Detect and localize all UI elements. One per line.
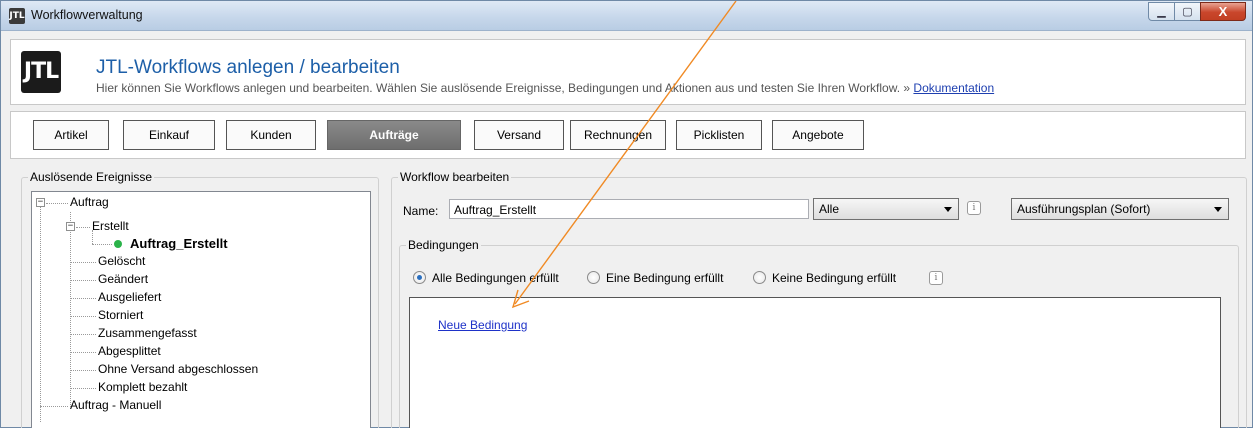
- tree-node-ausgeliefert[interactable]: Ausgeliefert: [98, 290, 161, 304]
- radio-no-condition-label: Keine Bedingung erfüllt: [772, 271, 897, 285]
- app-window: JTL Workflowverwaltung ▁ ▢ X JTL JTL-Wor…: [0, 0, 1253, 428]
- tree-line: [46, 203, 68, 204]
- tab-picklisten[interactable]: Picklisten: [676, 120, 762, 150]
- events-tree[interactable]: − Auftrag − Erstellt Auftrag_Erstellt Ge…: [31, 191, 371, 428]
- radio-no-condition[interactable]: [753, 271, 766, 284]
- tree-node-komplett-bezahlt[interactable]: Komplett bezahlt: [98, 380, 187, 394]
- tree-node-storniert[interactable]: Storniert: [98, 308, 143, 322]
- tree-node-erstellt[interactable]: Erstellt: [92, 219, 129, 233]
- scope-select-value: Alle: [819, 202, 840, 216]
- tree-line: [70, 334, 96, 335]
- tree-line: [70, 316, 96, 317]
- caption-buttons: ▁ ▢ X: [1148, 2, 1246, 22]
- info-icon[interactable]: i: [929, 271, 943, 285]
- active-status-icon: [114, 240, 122, 248]
- subtitle-text: Hier können Sie Workflows anlegen und be…: [96, 81, 914, 95]
- radio-one-condition[interactable]: [587, 271, 600, 284]
- page-title: JTL-Workflows anlegen / bearbeiten: [96, 57, 400, 78]
- execution-plan-select[interactable]: Ausführungsplan (Sofort): [1011, 198, 1229, 220]
- documentation-link[interactable]: Dokumentation: [913, 81, 994, 95]
- tree-line: [92, 244, 112, 245]
- execution-plan-value: Ausführungsplan (Sofort): [1017, 202, 1151, 216]
- tree-line: [70, 280, 96, 281]
- tree-line: [70, 262, 96, 263]
- tree-node-auftrag[interactable]: Auftrag: [70, 195, 109, 209]
- tab-rechnungen[interactable]: Rechnungen: [570, 120, 666, 150]
- tree-node-geloescht[interactable]: Gelöscht: [98, 254, 145, 268]
- radio-all-conditions[interactable]: [413, 271, 426, 284]
- new-condition-link[interactable]: Neue Bedingung: [438, 318, 527, 332]
- tree-node-zusammengefasst[interactable]: Zusammengefasst: [98, 326, 197, 340]
- close-icon: X: [1218, 4, 1228, 19]
- name-label: Name:: [403, 204, 439, 218]
- tree-line: [40, 406, 68, 407]
- close-button[interactable]: X: [1200, 2, 1246, 21]
- maximize-icon: ▢: [1182, 6, 1193, 18]
- tree-line: [70, 370, 96, 371]
- maximize-button[interactable]: ▢: [1174, 2, 1201, 21]
- tab-einkauf[interactable]: Einkauf: [123, 120, 215, 150]
- workflow-name-field[interactable]: Auftrag_Erstellt: [449, 199, 809, 219]
- title-bar[interactable]: JTL Workflowverwaltung ▁ ▢ X: [1, 1, 1252, 31]
- collapse-icon[interactable]: −: [36, 198, 45, 207]
- workflow-edit-legend: Workflow bearbeiten: [398, 170, 512, 184]
- tree-line: [70, 388, 96, 389]
- window-title: Workflowverwaltung: [31, 8, 143, 22]
- conditions-list: Neue Bedingung: [409, 297, 1221, 428]
- events-legend: Auslösende Ereignisse: [28, 170, 155, 184]
- tree-node-abgesplittet[interactable]: Abgesplittet: [98, 344, 161, 358]
- page-subtitle: Hier können Sie Workflows anlegen und be…: [96, 81, 994, 95]
- tree-line: [70, 212, 71, 407]
- page-header: JTL JTL-Workflows anlegen / bearbeiten H…: [10, 39, 1246, 105]
- tree-line: [40, 204, 41, 422]
- jtl-logo: JTL: [21, 51, 61, 93]
- tab-versand[interactable]: Versand: [474, 120, 564, 150]
- app-icon: JTL: [9, 8, 25, 24]
- minimize-button[interactable]: ▁: [1148, 2, 1175, 21]
- tree-node-ohne-versand[interactable]: Ohne Versand abgeschlossen: [98, 362, 258, 376]
- tree-line: [76, 227, 90, 228]
- scope-select[interactable]: Alle: [813, 198, 959, 220]
- chevron-down-icon: [1214, 207, 1222, 212]
- tab-artikel[interactable]: Artikel: [33, 120, 109, 150]
- chevron-down-icon: [944, 207, 952, 212]
- conditions-legend: Bedingungen: [406, 238, 481, 252]
- radio-all-conditions-label: Alle Bedingungen erfüllt: [432, 271, 559, 285]
- tab-angebote[interactable]: Angebote: [772, 120, 864, 150]
- collapse-icon[interactable]: −: [66, 222, 75, 231]
- tree-line: [70, 352, 96, 353]
- info-icon[interactable]: i: [967, 201, 981, 215]
- tree-node-geaendert[interactable]: Geändert: [98, 272, 148, 286]
- category-tabbar: Artikel Einkauf Kunden Aufträge Versand …: [10, 111, 1246, 159]
- minimize-icon: ▁: [1157, 6, 1166, 18]
- tab-auftraege[interactable]: Aufträge: [327, 120, 461, 150]
- tree-node-auftrag-erstellt[interactable]: Auftrag_Erstellt: [130, 236, 228, 251]
- tree-node-auftrag-manuell[interactable]: Auftrag - Manuell: [70, 398, 161, 412]
- tab-kunden[interactable]: Kunden: [226, 120, 316, 150]
- radio-one-condition-label: Eine Bedingung erfüllt: [606, 271, 724, 285]
- tree-line: [70, 298, 96, 299]
